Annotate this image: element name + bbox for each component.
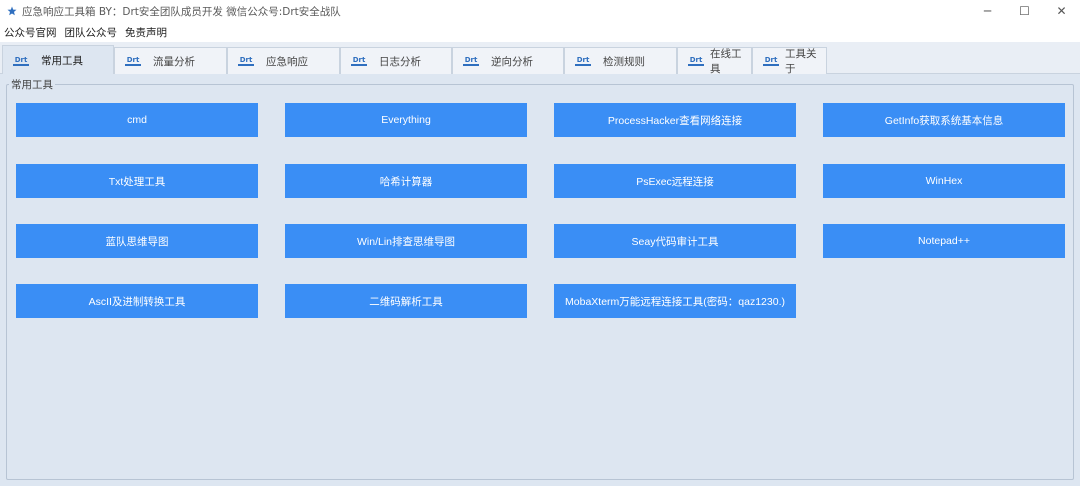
winhex-button[interactable]: WinHex (823, 164, 1065, 198)
everything-button[interactable]: Everything (285, 103, 527, 137)
svg-text:Drt: Drt (15, 56, 28, 64)
tab-label: 逆向分析 (491, 55, 533, 68)
drt-logo-icon: Drt (461, 54, 481, 68)
minimize-button[interactable]: ─ (969, 0, 1006, 22)
svg-text:Drt: Drt (765, 56, 778, 64)
menu-item-team-account[interactable]: 团队公众号 (61, 25, 122, 40)
drt-logo-icon: Drt (236, 54, 256, 68)
svg-text:Drt: Drt (127, 56, 140, 64)
svg-text:Drt: Drt (353, 56, 366, 64)
blue-team-mindmap-button[interactable]: 蓝队思维导图 (16, 224, 258, 258)
tab-label: 常用工具 (41, 55, 83, 67)
psexec-button[interactable]: PsExec远程连接 (554, 164, 796, 198)
tab-label: 工具关于 (785, 48, 817, 75)
tab-traffic-analysis[interactable]: Drt 流量分析 (114, 47, 227, 74)
qrcode-parser-button[interactable]: 二维码解析工具 (285, 284, 527, 318)
tab-incident-response[interactable]: Drt 应急响应 (227, 47, 340, 74)
processhacker-button[interactable]: ProcessHacker查看网络连接 (554, 103, 796, 137)
tab-label: 流量分析 (153, 55, 195, 68)
tab-about-tools[interactable]: Drt 工具关于 (752, 47, 827, 75)
common-tools-group: 常用工具 cmd Everything ProcessHacker查看网络连接 … (6, 77, 1074, 480)
menu-bar: 公众号官网 团队公众号 免责声明 (0, 22, 1080, 42)
drt-logo-icon: Drt (761, 54, 781, 68)
cmd-button[interactable]: cmd (16, 103, 258, 137)
star-icon (7, 6, 17, 16)
maximize-button[interactable]: ☐ (1006, 0, 1043, 22)
window-title: 应急响应工具箱 BY：Drt安全团队成员开发 微信公众号:Drt安全战队 (22, 5, 341, 18)
group-title: 常用工具 (9, 77, 55, 92)
tab-label: 应急响应 (266, 55, 308, 68)
drt-logo-icon: Drt (686, 54, 706, 68)
menu-item-disclaimer[interactable]: 免责声明 (121, 25, 171, 40)
ascii-converter-button[interactable]: AscII及进制转换工具 (16, 284, 258, 318)
hash-calculator-button[interactable]: 哈希计算器 (285, 164, 527, 198)
drt-logo-icon: Drt (349, 54, 369, 68)
tab-label: 检测规则 (603, 55, 645, 68)
drt-logo-icon: Drt (573, 54, 593, 68)
win-lin-mindmap-button[interactable]: Win/Lin排查思维导图 (285, 224, 527, 258)
tab-detection-rules[interactable]: Drt 检测规则 (564, 47, 677, 74)
svg-text:Drt: Drt (577, 56, 590, 64)
tab-strip: Drt 常用工具 Drt 流量分析 Drt 应急响应 Drt 日志分析 Drt … (0, 42, 1080, 75)
tab-reverse-analysis[interactable]: Drt 逆向分析 (452, 47, 564, 74)
window-controls: ─ ☐ ✕ (969, 0, 1080, 22)
tab-content: 常用工具 cmd Everything ProcessHacker查看网络连接 … (0, 74, 1080, 486)
txt-tool-button[interactable]: Txt处理工具 (16, 164, 258, 198)
close-button[interactable]: ✕ (1043, 0, 1080, 22)
menu-item-official-site[interactable]: 公众号官网 (0, 25, 61, 40)
tab-label: 日志分析 (379, 55, 421, 68)
getinfo-button[interactable]: GetInfo获取系统基本信息 (823, 103, 1065, 137)
title-bar: 应急响应工具箱 BY：Drt安全团队成员开发 微信公众号:Drt安全战队 ─ ☐… (0, 0, 1080, 22)
svg-text:Drt: Drt (465, 56, 478, 64)
tab-log-analysis[interactable]: Drt 日志分析 (340, 47, 452, 74)
mobaxterm-button[interactable]: MobaXterm万能远程连接工具(密码：qaz1230.) (554, 284, 796, 318)
svg-text:Drt: Drt (240, 56, 253, 64)
notepadpp-button[interactable]: Notepad++ (823, 224, 1065, 258)
tab-common-tools[interactable]: Drt 常用工具 (2, 45, 114, 75)
drt-logo-icon: Drt (11, 54, 31, 68)
drt-logo-icon: Drt (123, 54, 143, 68)
svg-text:Drt: Drt (690, 56, 703, 64)
tab-label: 在线工具 (710, 48, 742, 75)
tab-online-tools[interactable]: Drt 在线工具 (677, 47, 752, 75)
seay-audit-button[interactable]: Seay代码审计工具 (554, 224, 796, 258)
